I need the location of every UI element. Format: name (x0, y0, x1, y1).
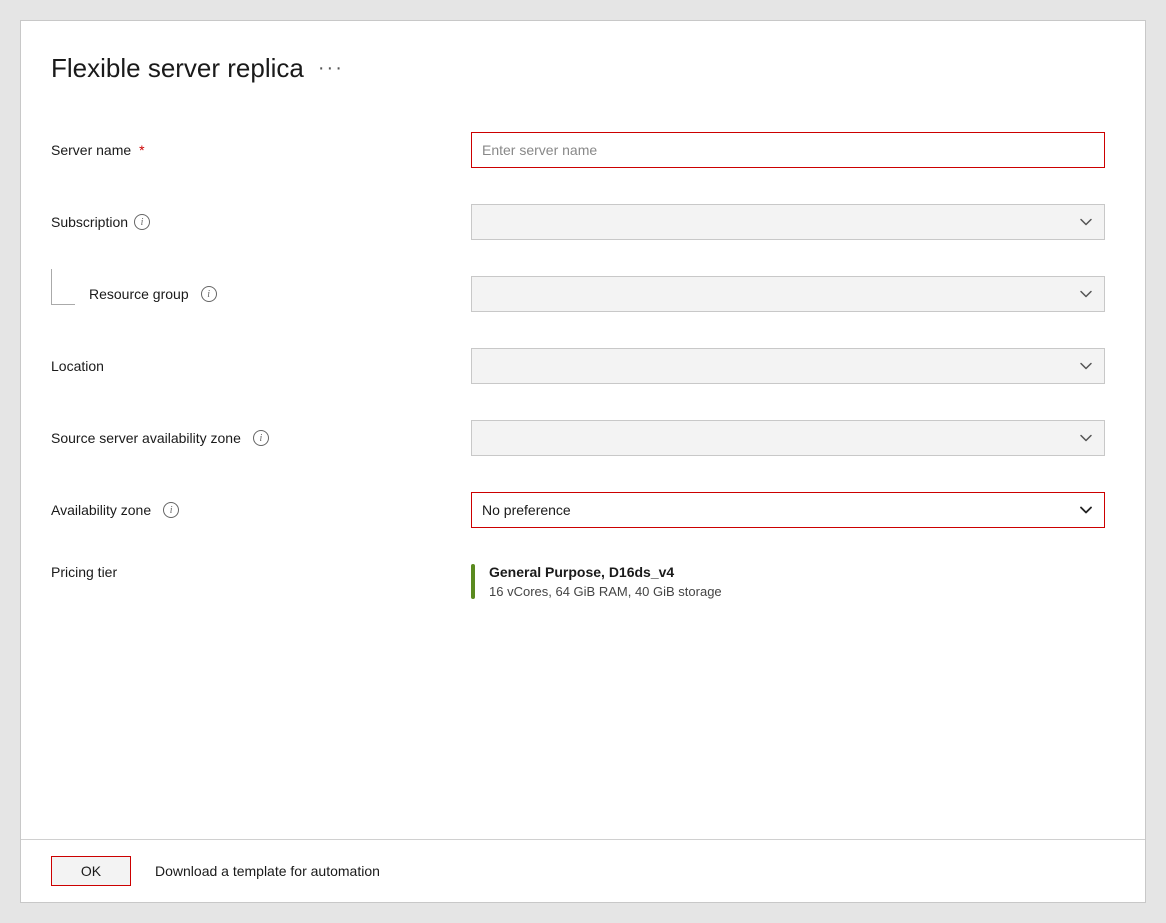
source-availability-zone-select[interactable] (471, 420, 1105, 456)
source-availability-zone-label-col: Source server availability zone i (51, 430, 471, 446)
availability-zone-control-col: No preference (471, 492, 1105, 528)
server-name-label-col: Server name * (51, 142, 471, 158)
server-name-required-star: * (139, 142, 144, 158)
dialog-title-text: Flexible server replica (51, 53, 304, 84)
server-name-label: Server name (51, 142, 131, 158)
source-availability-zone-info-icon[interactable]: i (253, 430, 269, 446)
subscription-select[interactable] (471, 204, 1105, 240)
source-availability-zone-chevron-icon (1078, 430, 1094, 446)
resource-group-chevron-icon (1078, 286, 1094, 302)
pricing-tier-bar (471, 564, 475, 599)
download-template-link[interactable]: Download a template for automation (155, 863, 380, 879)
ok-button[interactable]: OK (51, 856, 131, 886)
resource-group-info-icon[interactable]: i (201, 286, 217, 302)
availability-zone-label: Availability zone (51, 502, 151, 518)
resource-group-select[interactable] (471, 276, 1105, 312)
resource-group-label-col: Resource group i (51, 283, 471, 305)
availability-zone-chevron-icon (1078, 502, 1094, 518)
pricing-tier-label-col: Pricing tier (51, 564, 471, 582)
source-availability-zone-row: Source server availability zone i (51, 402, 1105, 474)
location-control-col (471, 348, 1105, 384)
location-row: Location (51, 330, 1105, 402)
resource-group-row: Resource group i (51, 258, 1105, 330)
availability-zone-select[interactable]: No preference (471, 492, 1105, 528)
dialog-title: Flexible server replica ··· (51, 53, 1105, 84)
resource-group-control-col (471, 276, 1105, 312)
subscription-info-icon[interactable]: i (134, 214, 150, 230)
subscription-label: Subscription (51, 214, 128, 230)
location-chevron-icon (1078, 358, 1094, 374)
dialog-footer: OK Download a template for automation (21, 839, 1145, 902)
pricing-tier-row: Pricing tier General Purpose, D16ds_v4 1… (51, 546, 1105, 617)
source-availability-zone-label: Source server availability zone (51, 430, 241, 446)
pricing-tier-value-col: General Purpose, D16ds_v4 16 vCores, 64 … (471, 564, 1105, 599)
availability-zone-row: Availability zone i No preference (51, 474, 1105, 546)
pricing-tier-sub: 16 vCores, 64 GiB RAM, 40 GiB storage (489, 584, 722, 599)
server-name-input-col (471, 132, 1105, 168)
form-section: Server name * Subscription i (51, 114, 1105, 617)
source-availability-zone-control-col (471, 420, 1105, 456)
subscription-row: Subscription i (51, 186, 1105, 258)
subscription-control-col (471, 204, 1105, 240)
availability-zone-info-icon[interactable]: i (163, 502, 179, 518)
availability-zone-label-col: Availability zone i (51, 502, 471, 518)
location-select[interactable] (471, 348, 1105, 384)
server-name-input[interactable] (471, 132, 1105, 168)
server-name-row: Server name * (51, 114, 1105, 186)
indent-line (51, 269, 75, 305)
dialog-title-ellipsis: ··· (318, 57, 344, 80)
location-label-col: Location (51, 358, 471, 374)
location-label: Location (51, 358, 104, 374)
pricing-tier-text: General Purpose, D16ds_v4 16 vCores, 64 … (489, 564, 722, 599)
resource-group-label: Resource group (89, 286, 189, 302)
availability-zone-value: No preference (482, 502, 571, 518)
flexible-server-replica-dialog: Flexible server replica ··· Server name … (20, 20, 1146, 903)
subscription-label-col: Subscription i (51, 214, 471, 230)
pricing-tier-main: General Purpose, D16ds_v4 (489, 564, 722, 580)
pricing-tier-label: Pricing tier (51, 560, 117, 580)
subscription-chevron-icon (1078, 214, 1094, 230)
dialog-body: Flexible server replica ··· Server name … (21, 21, 1145, 839)
